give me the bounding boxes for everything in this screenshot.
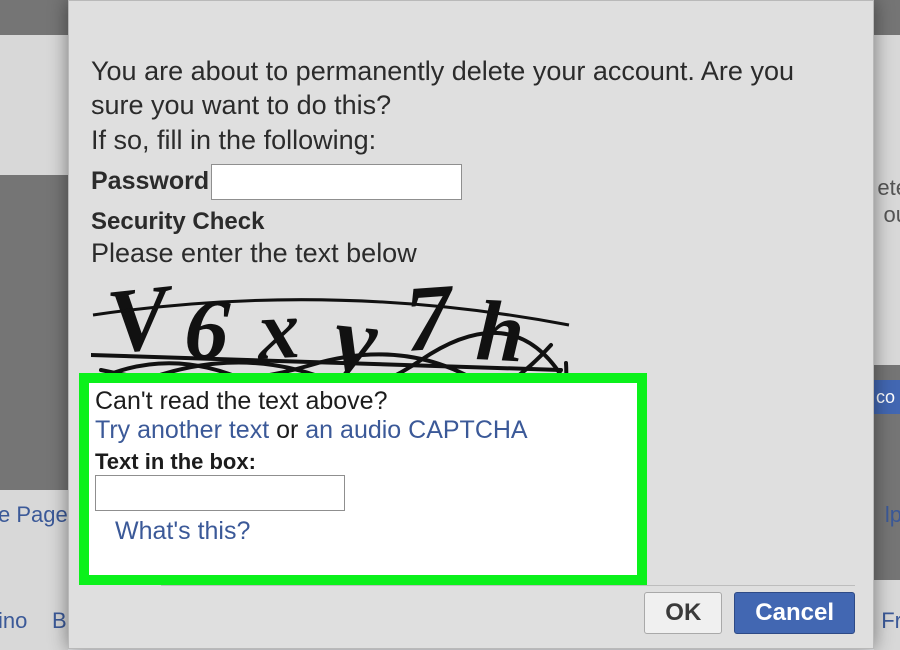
captcha-input[interactable] [95,475,345,511]
security-check-label: Security Check [91,208,851,236]
bg-link-lp[interactable]: lp [885,502,900,528]
cant-read-text: Can't read the text above? [95,387,631,416]
bg-blue-button[interactable]: co [872,380,900,414]
bg-panel [0,35,68,175]
bg-link-bino[interactable]: ino [0,608,27,634]
try-line: Try another text or an audio CAPTCHA [95,416,631,445]
captcha-help-highlight: Can't read the text above? Try another t… [79,373,647,585]
bg-text: ete [877,175,900,201]
password-label: Password [91,167,209,196]
svg-text:7: 7 [401,275,459,372]
divider [161,585,855,586]
bg-text: ou [884,202,900,228]
delete-account-dialog: You are about to permanently delete your… [68,0,874,649]
password-input[interactable] [211,164,462,200]
fill-in-instruction: If so, fill in the following: [91,125,851,156]
bg-link-b[interactable]: B [52,608,67,634]
audio-captcha-link[interactable]: an audio CAPTCHA [305,416,527,444]
svg-text:x: x [253,282,302,377]
svg-text:V: V [102,275,180,373]
bg-link-fr[interactable]: Fr [881,608,900,634]
security-instruction: Please enter the text below [91,238,851,269]
cancel-button[interactable]: Cancel [734,592,855,634]
svg-text:h: h [474,282,527,380]
try-another-text-link[interactable]: Try another text [95,416,269,444]
dialog-footer: OK Cancel [644,592,855,634]
try-or: or [269,416,305,444]
text-in-box-label: Text in the box: [95,449,631,475]
svg-text:6: 6 [182,280,233,380]
ok-button[interactable]: OK [644,592,722,634]
whats-this-link[interactable]: What's this? [115,517,631,546]
warning-message: You are about to permanently delete your… [91,55,851,123]
bg-link-page[interactable]: e Page [0,502,68,528]
